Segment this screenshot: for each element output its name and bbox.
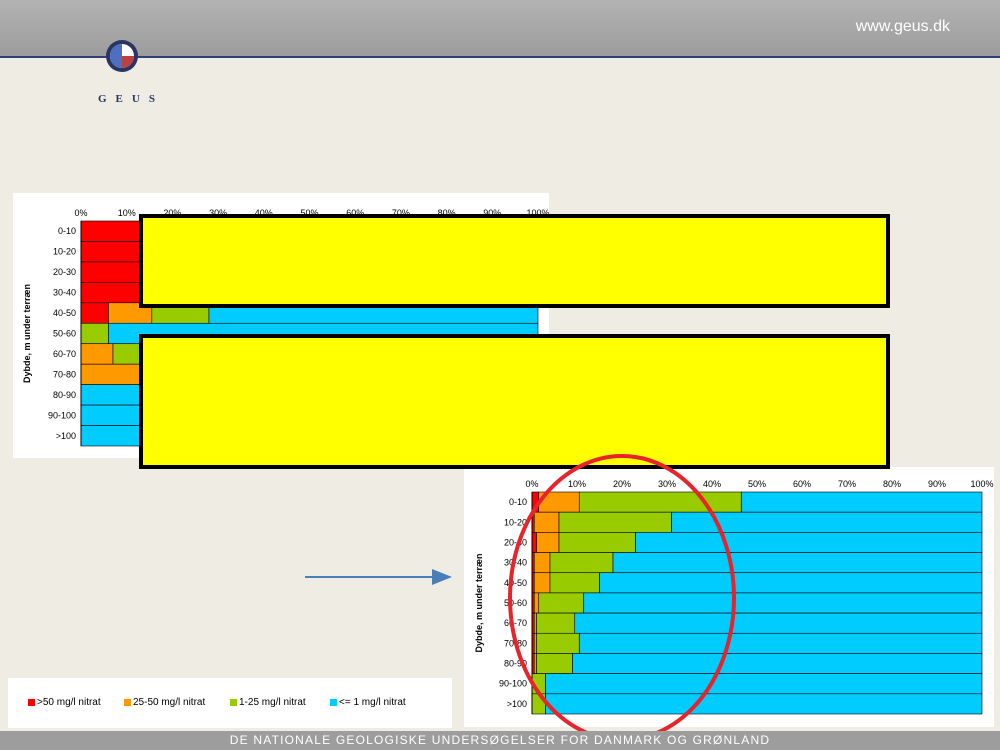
- x-tick-label: 10%: [118, 208, 136, 218]
- y-tick-label: 20-30: [504, 537, 527, 547]
- legend-label: 25-50 mg/l nitrat: [133, 697, 206, 708]
- bar-segment: [531, 693, 546, 715]
- bar-segment: [538, 491, 580, 513]
- y-tick-label: 80-90: [53, 390, 76, 400]
- y-tick-label: 80-90: [504, 659, 527, 669]
- bar-segment: [531, 673, 546, 695]
- legend-label: <= 1 mg/l nitrat: [339, 697, 406, 708]
- bar-segment: [635, 532, 983, 553]
- bar-segment: [533, 612, 537, 634]
- x-tick-label: 50%: [748, 479, 766, 489]
- legend-swatch: [230, 699, 237, 706]
- bar-segment: [612, 552, 983, 574]
- y-tick-label: 50-60: [53, 329, 76, 339]
- legend-label: >50 mg/l nitrat: [37, 697, 101, 708]
- legend-label: 1-25 mg/l nitrat: [239, 697, 306, 708]
- bar-segment: [531, 532, 537, 553]
- bar-segment: [549, 552, 614, 574]
- site-url-link[interactable]: www.geus.dk: [856, 18, 950, 36]
- x-tick-label: 40%: [703, 479, 721, 489]
- bar-segment: [533, 632, 537, 654]
- bar-segment: [533, 653, 537, 674]
- bar-segment: [583, 592, 983, 614]
- legend-swatch: [330, 699, 337, 706]
- y-tick-label: 90-100: [48, 410, 76, 420]
- legend-swatch: [28, 699, 35, 706]
- bar-segment: [578, 632, 983, 654]
- y-tick-label: 40-50: [53, 308, 76, 318]
- bar-segment: [536, 653, 573, 674]
- bar-segment: [599, 572, 983, 594]
- x-tick-label: 100%: [970, 479, 993, 489]
- x-tick-label: 70%: [838, 479, 856, 489]
- y-tick-label: 70-80: [504, 638, 527, 648]
- y-tick-label: 50-60: [504, 598, 527, 608]
- bar-segment: [533, 511, 560, 533]
- legend-item-1-25: 1-25 mg/l nitrat: [230, 697, 306, 708]
- y-tick-label: 60-70: [504, 618, 527, 628]
- bar-segment: [545, 693, 983, 715]
- bar-segment: [536, 632, 580, 654]
- y-tick-label: 70-80: [53, 369, 76, 379]
- logo-text: GEUS: [98, 93, 164, 105]
- y-tick-label: 0-10: [509, 497, 527, 507]
- yellow-cover-box-bottom: [139, 334, 890, 469]
- y-tick-label: 30-40: [504, 558, 527, 568]
- bar-segment: [671, 511, 983, 533]
- bar-segment: [538, 592, 585, 614]
- bar-segment: [533, 572, 551, 594]
- bar-segment: [549, 572, 600, 594]
- y-axis-title: Dybde, m under terræn: [22, 284, 32, 383]
- nitrate-depth-chart-2: 0% 10% 20% 30% 40% 50% 60% 70% 80% 90% 100% 0-10 10-…: [464, 467, 994, 727]
- y-tick-label: 40-50: [504, 578, 527, 588]
- bar-segment: [80, 322, 109, 345]
- y-tick-label: 0-10: [58, 226, 76, 236]
- legend-swatch: [124, 699, 131, 706]
- y-tick-label: >100: [507, 699, 527, 709]
- y-tick-label: 10-20: [504, 517, 527, 527]
- y-tick-label: 20-30: [53, 267, 76, 277]
- bar-segment: [80, 343, 114, 365]
- legend-item-le1: <= 1 mg/l nitrat: [330, 697, 406, 708]
- bar-segment: [740, 491, 983, 513]
- bar-segment: [80, 261, 146, 283]
- x-tick-label: 60%: [793, 479, 811, 489]
- bar-segment: [80, 220, 146, 242]
- bar-segment: [80, 282, 146, 304]
- bar-segment: [558, 532, 636, 553]
- bar-segment: [572, 653, 983, 674]
- x-tick-label: 20%: [613, 479, 631, 489]
- x-tick-label: 0%: [74, 208, 87, 218]
- chart-legend: >50 mg/l nitrat 25-50 mg/l nitrat 1-25 m…: [8, 678, 452, 728]
- bar-segment: [533, 592, 540, 614]
- bar-segment: [578, 491, 742, 513]
- bar-segment: [531, 491, 540, 513]
- x-tick-label: 10%: [568, 479, 586, 489]
- bar-segment: [533, 552, 551, 574]
- y-tick-label: 10-20: [53, 247, 76, 257]
- bar-segment: [558, 511, 672, 533]
- legend-item-25-50: 25-50 mg/l nitrat: [124, 697, 205, 708]
- bar-segment: [536, 532, 560, 553]
- bar-segment: [536, 612, 576, 634]
- legend-item-gt50: >50 mg/l nitrat: [28, 697, 101, 708]
- bar-segment: [80, 241, 146, 263]
- y-tick-label: 30-40: [53, 288, 76, 298]
- bar-segment: [80, 302, 109, 324]
- yellow-cover-box-top: [139, 214, 890, 308]
- bar-segment: [545, 673, 983, 695]
- x-tick-label: 30%: [658, 479, 676, 489]
- y-axis-title: Dybde, m under terræn: [474, 553, 484, 652]
- y-tick-label: 90-100: [499, 679, 527, 689]
- x-tick-label: 80%: [883, 479, 901, 489]
- y-tick-label: 60-70: [53, 349, 76, 359]
- x-tick-label: 0%: [525, 479, 538, 489]
- x-tick-label: 90%: [928, 479, 946, 489]
- bar-segment: [80, 363, 141, 385]
- footer-bar: DE NATIONALE GEOLOGISKE UNDERSØGELSER FO…: [0, 731, 1000, 750]
- bar-segment: [574, 612, 983, 634]
- y-tick-label: >100: [56, 431, 76, 441]
